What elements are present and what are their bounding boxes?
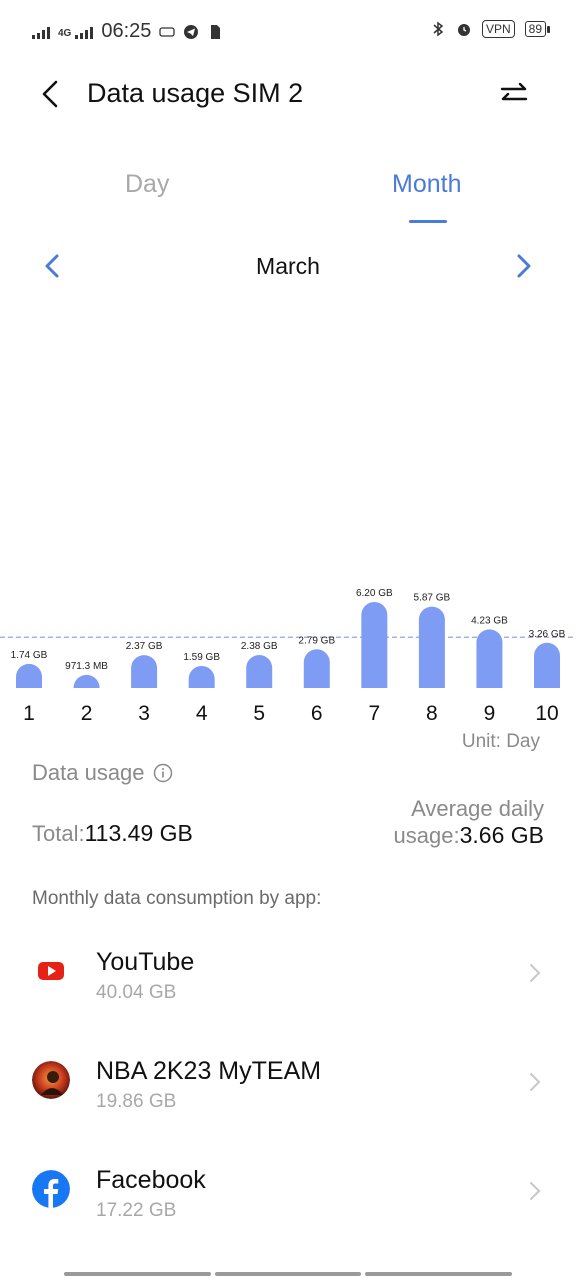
bar-data-label: 2.79 GB xyxy=(298,635,335,646)
x-tick-label: 2 xyxy=(81,702,93,725)
app-size: 19.86 GB xyxy=(96,1091,177,1112)
chart-bar xyxy=(534,642,560,688)
period-tabs: Day Month xyxy=(0,160,576,230)
chevron-right-icon xyxy=(530,1073,541,1091)
x-tick-label: 9 xyxy=(484,702,496,725)
x-tick-label: 3 xyxy=(138,702,150,725)
total-value: 113.49 GB xyxy=(84,820,193,846)
unit-label: Unit: Day xyxy=(462,731,541,752)
average-label-line2: usage: xyxy=(393,823,460,848)
signal-4g-icon: 4G xyxy=(58,25,94,39)
status-time: 06:25 xyxy=(101,20,152,42)
bar-data-label: 1.59 GB xyxy=(183,652,220,663)
app-name: NBA 2K23 MyTEAM xyxy=(96,1057,322,1085)
back-icon[interactable] xyxy=(36,78,68,110)
active-tab-indicator xyxy=(409,220,447,223)
bar-data-label: 971.3 MB xyxy=(65,661,108,672)
app-header: Data usage SIM 2 xyxy=(0,64,576,124)
network-type: 4G xyxy=(58,27,72,39)
chart-bar xyxy=(476,629,503,688)
chart-canvas: 1.74 GB 1 971.3 MB 2 2.37 GB 3 1.59 GB 4 2.38 GB… xyxy=(0,588,576,752)
app-name: Facebook xyxy=(96,1166,206,1194)
sim-card-icon xyxy=(211,24,221,39)
chart-bar xyxy=(361,602,388,688)
bluetooth-icon xyxy=(433,21,444,37)
info-icon[interactable] xyxy=(153,763,173,783)
chevron-right-icon xyxy=(530,1182,541,1200)
data-usage-heading: Data usage xyxy=(32,760,173,786)
status-bar: 4G 06:25 VPN 89 xyxy=(0,0,576,64)
app-row-nba-2k23[interactable]: NBA 2K23 MyTEAM 19.86 GB xyxy=(0,1039,576,1139)
chevron-right-icon xyxy=(530,964,541,982)
month-label: March xyxy=(256,253,320,279)
chart-bar xyxy=(188,665,215,688)
app-size: 17.22 GB xyxy=(96,1200,177,1221)
app-row-youtube[interactable]: YouTube 40.04 GB xyxy=(0,930,576,1030)
app-row-facebook[interactable]: Facebook 17.22 GB xyxy=(0,1148,576,1248)
x-tick-label: 5 xyxy=(253,702,265,725)
app-size: 40.04 GB xyxy=(96,982,177,1003)
telegram-icon xyxy=(184,24,199,39)
chart-bar xyxy=(303,649,330,688)
chart-bar xyxy=(131,655,158,688)
list-scroll-edge xyxy=(64,1272,513,1276)
chart-bar xyxy=(418,606,445,688)
tab-month[interactable]: Month xyxy=(392,170,461,199)
x-tick-label: 7 xyxy=(368,702,380,725)
youtube-icon xyxy=(32,952,70,990)
total-label: Total: xyxy=(32,821,85,846)
chart-bar xyxy=(73,674,100,688)
battery-icon: 89 xyxy=(524,21,551,37)
bar-data-label: 3.26 GB xyxy=(529,629,566,640)
data-usage-label: Data usage xyxy=(32,760,145,785)
facebook-icon xyxy=(32,1170,70,1208)
status-bar-left: 4G 06:25 xyxy=(32,20,223,43)
x-tick-label: 6 xyxy=(311,702,323,725)
tab-day[interactable]: Day xyxy=(125,170,169,199)
chart-bar xyxy=(16,663,42,688)
daily-usage-chart: 1.74 GB 1 971.3 MB 2 2.37 GB 3 1.59 GB 4 2.38 GB… xyxy=(0,560,576,760)
page-title: Data usage SIM 2 xyxy=(87,78,304,108)
signal-icon xyxy=(32,25,50,39)
vpn-badge: VPN xyxy=(481,20,515,38)
bar-data-label: 4.23 GB xyxy=(471,615,508,626)
bar-data-label: 2.38 GB xyxy=(241,641,278,652)
app-name: YouTube xyxy=(96,948,195,976)
notification-icon xyxy=(159,26,176,37)
average-label-line1: Average daily xyxy=(411,796,544,821)
average-value: 3.66 GB xyxy=(459,822,544,848)
x-tick-label: 8 xyxy=(426,702,438,725)
x-tick-label: 10 xyxy=(535,702,558,725)
switch-sim-icon[interactable] xyxy=(498,78,530,110)
nba-2k23-icon xyxy=(32,1061,70,1099)
x-tick-label: 1 xyxy=(23,702,35,725)
total-usage: Total:113.49 GB xyxy=(32,820,193,847)
average-daily-usage: Average daily usage:3.66 GB xyxy=(304,795,544,849)
bar-data-label: 6.20 GB xyxy=(356,588,393,599)
month-navigator: March xyxy=(0,245,576,289)
x-tick-label: 4 xyxy=(196,702,208,725)
chart-bar xyxy=(246,654,273,688)
monthly-consumption-label: Monthly data consumption by app: xyxy=(32,888,322,909)
bar-data-label: 5.87 GB xyxy=(414,593,451,604)
next-month-icon[interactable] xyxy=(508,251,538,281)
status-bar-right: VPN 89 xyxy=(430,20,551,38)
bar-data-label: 2.37 GB xyxy=(126,641,163,652)
alarm-icon xyxy=(457,24,470,36)
bar-data-label: 1.74 GB xyxy=(11,650,48,661)
